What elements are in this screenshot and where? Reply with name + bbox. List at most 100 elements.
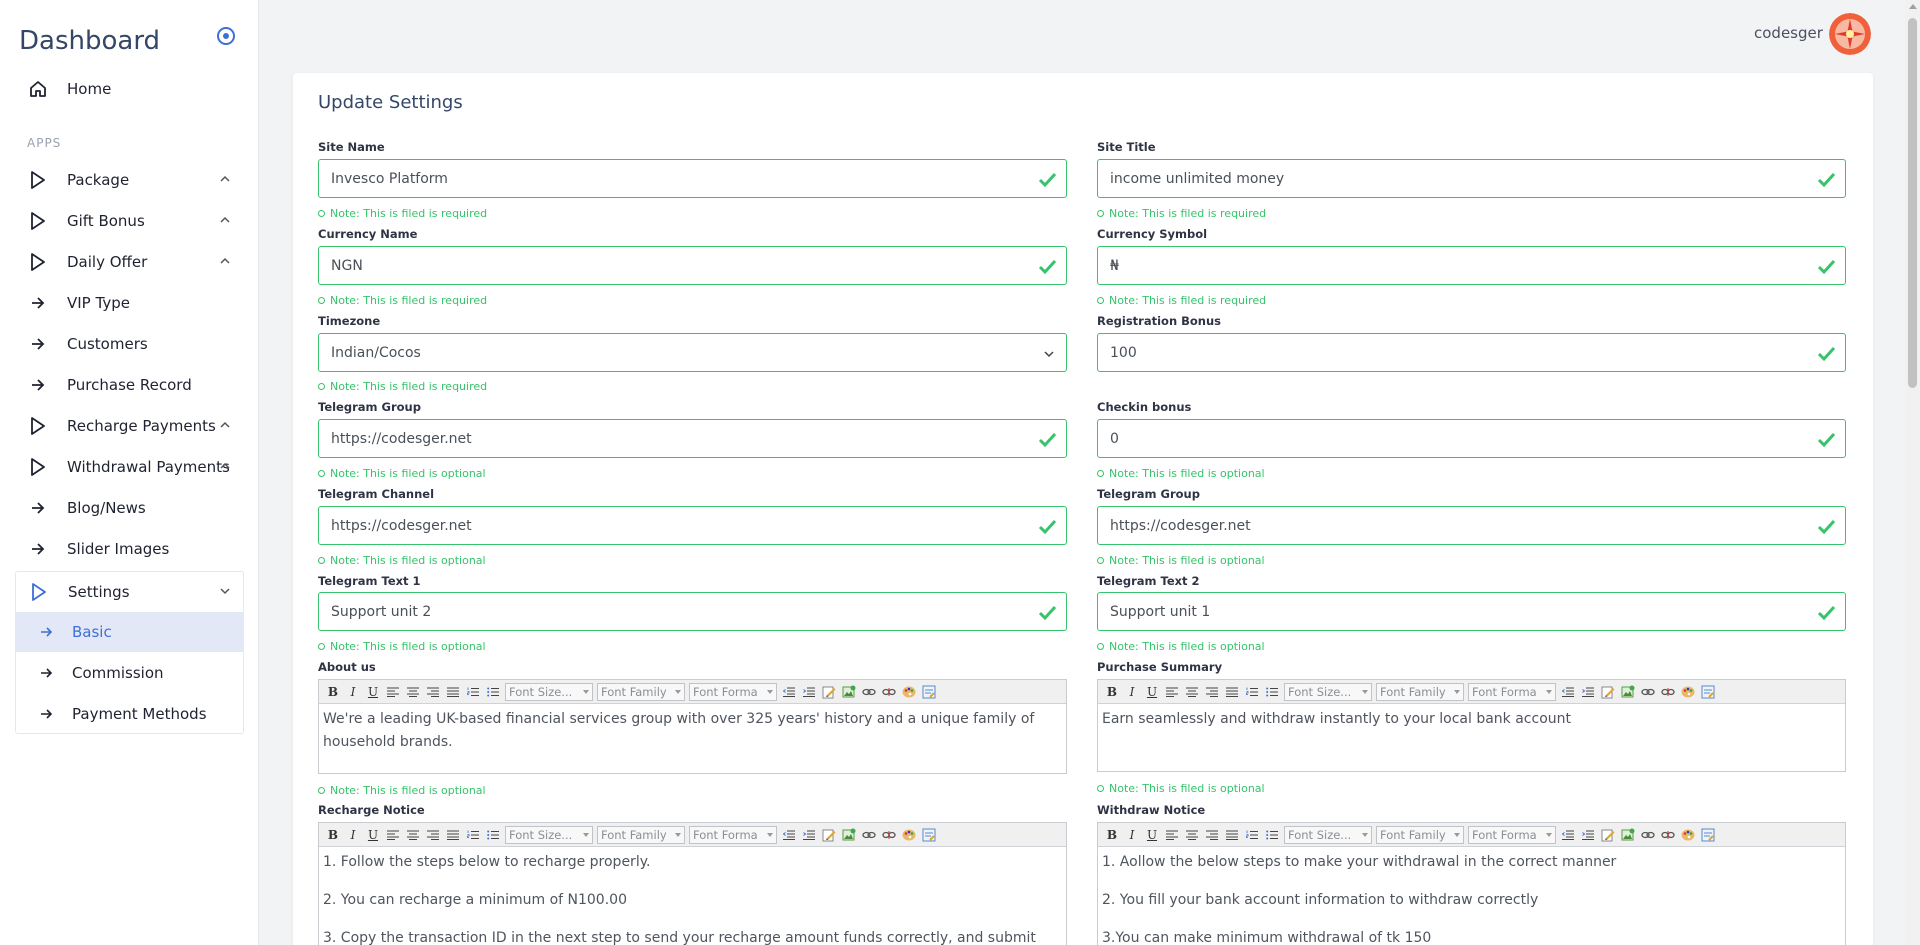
italic-button[interactable]: I: [1123, 826, 1141, 844]
underline-button[interactable]: U: [364, 826, 382, 844]
align-right-icon[interactable]: [424, 826, 442, 844]
underline-button[interactable]: U: [1143, 826, 1161, 844]
withdraw-notice-editor[interactable]: B I U Font Size... Font Family Font Form…: [1097, 822, 1846, 945]
link-icon[interactable]: [1639, 826, 1657, 844]
outdent-icon[interactable]: [780, 683, 798, 701]
insert-image-icon[interactable]: [840, 683, 858, 701]
currency-name-input[interactable]: NGN: [318, 246, 1067, 285]
align-right-icon[interactable]: [424, 683, 442, 701]
unordered-list-icon[interactable]: [1263, 683, 1281, 701]
edit-html-icon[interactable]: [820, 683, 838, 701]
checkin-bonus-input[interactable]: 0: [1097, 419, 1846, 458]
font-family-select[interactable]: Font Family: [597, 825, 685, 844]
telegram-channel-input[interactable]: https://codesger.net: [318, 506, 1067, 545]
telegram-group-2-input[interactable]: https://codesger.net: [1097, 506, 1846, 545]
telegram-text-2-input[interactable]: Support unit 1: [1097, 592, 1846, 631]
outdent-icon[interactable]: [1559, 683, 1577, 701]
bold-button[interactable]: B: [324, 826, 342, 844]
indent-icon[interactable]: [1579, 683, 1597, 701]
telegram-text-1-input[interactable]: Support unit 2: [318, 592, 1067, 631]
font-format-select[interactable]: Font Forma: [1468, 825, 1556, 844]
font-family-select[interactable]: Font Family: [597, 682, 685, 701]
palette-icon[interactable]: [1679, 826, 1697, 844]
italic-button[interactable]: I: [344, 683, 362, 701]
telegram-group-input[interactable]: https://codesger.net: [318, 419, 1067, 458]
indent-icon[interactable]: [800, 826, 818, 844]
sidebar-subitem-commission[interactable]: Commission: [16, 653, 243, 693]
outdent-icon[interactable]: [1559, 826, 1577, 844]
font-size-select[interactable]: Font Size...: [505, 682, 593, 701]
font-family-select[interactable]: Font Family: [1376, 682, 1464, 701]
underline-button[interactable]: U: [1143, 683, 1161, 701]
italic-button[interactable]: I: [344, 826, 362, 844]
bold-button[interactable]: B: [1103, 826, 1121, 844]
align-left-icon[interactable]: [1163, 826, 1181, 844]
font-family-select[interactable]: Font Family: [1376, 825, 1464, 844]
bold-button[interactable]: B: [1103, 683, 1121, 701]
font-size-select[interactable]: Font Size...: [1284, 682, 1372, 701]
insert-image-icon[interactable]: [1619, 826, 1637, 844]
underline-button[interactable]: U: [364, 683, 382, 701]
font-format-select[interactable]: Font Forma: [1468, 682, 1556, 701]
about-us-editor[interactable]: B I U Font Size... Font Family Font Form…: [318, 679, 1067, 774]
ordered-list-icon[interactable]: [464, 826, 482, 844]
font-size-select[interactable]: Font Size...: [1284, 825, 1372, 844]
link-icon[interactable]: [860, 683, 878, 701]
source-code-icon[interactable]: [920, 826, 938, 844]
sidebar-item-purchase-record[interactable]: Purchase Record: [15, 365, 243, 405]
edit-html-icon[interactable]: [1599, 826, 1617, 844]
sidebar-item-slider-images[interactable]: Slider Images: [15, 529, 243, 569]
font-size-select[interactable]: Font Size...: [505, 825, 593, 844]
scroll-up-arrow-icon[interactable]: [1909, 4, 1917, 9]
align-justify-icon[interactable]: [444, 826, 462, 844]
sidebar-item-settings[interactable]: Settings: [16, 572, 243, 612]
outdent-icon[interactable]: [780, 826, 798, 844]
sidebar-item-gift-bonus[interactable]: Gift Bonus: [15, 201, 243, 241]
sidebar-item-daily-offer[interactable]: Daily Offer: [15, 242, 243, 282]
insert-image-icon[interactable]: [1619, 683, 1637, 701]
sidebar-item-recharge-payments[interactable]: Recharge Payments: [15, 406, 243, 446]
unordered-list-icon[interactable]: [484, 826, 502, 844]
unlink-icon[interactable]: [1659, 683, 1677, 701]
unlink-icon[interactable]: [1659, 826, 1677, 844]
ordered-list-icon[interactable]: [1243, 683, 1261, 701]
currency-symbol-input[interactable]: ₦: [1097, 246, 1846, 285]
ordered-list-icon[interactable]: [464, 683, 482, 701]
align-right-icon[interactable]: [1203, 826, 1221, 844]
ordered-list-icon[interactable]: [1243, 826, 1261, 844]
site-title-input[interactable]: income unlimited money: [1097, 159, 1846, 198]
editor-content[interactable]: We're a leading UK-based financial servi…: [319, 704, 1066, 773]
align-justify-icon[interactable]: [1223, 683, 1241, 701]
source-code-icon[interactable]: [1699, 683, 1717, 701]
unlink-icon[interactable]: [880, 826, 898, 844]
align-justify-icon[interactable]: [444, 683, 462, 701]
purchase-summary-editor[interactable]: B I U Font Size... Font Family Font Form…: [1097, 679, 1846, 772]
scrollbar-thumb[interactable]: [1908, 18, 1917, 388]
align-center-icon[interactable]: [1183, 826, 1201, 844]
align-left-icon[interactable]: [384, 683, 402, 701]
sidebar-item-home[interactable]: Home: [15, 69, 243, 109]
align-center-icon[interactable]: [1183, 683, 1201, 701]
insert-image-icon[interactable]: [840, 826, 858, 844]
sidebar-item-customers[interactable]: Customers: [15, 324, 243, 364]
site-name-input[interactable]: Invesco Platform: [318, 159, 1067, 198]
registration-bonus-input[interactable]: 100: [1097, 333, 1846, 372]
sidebar-item-withdrawal-payments[interactable]: Withdrawal Payments: [15, 447, 243, 487]
align-right-icon[interactable]: [1203, 683, 1221, 701]
align-center-icon[interactable]: [404, 683, 422, 701]
italic-button[interactable]: I: [1123, 683, 1141, 701]
target-icon[interactable]: [216, 26, 236, 46]
font-format-select[interactable]: Font Forma: [689, 825, 777, 844]
sidebar-subitem-basic[interactable]: Basic: [16, 612, 243, 652]
sidebar-item-package[interactable]: Package: [15, 160, 243, 200]
sidebar-item-blog-news[interactable]: Blog/News: [15, 488, 243, 528]
sidebar-item-vip-type[interactable]: VIP Type: [15, 283, 243, 323]
link-icon[interactable]: [1639, 683, 1657, 701]
sidebar-subitem-payment-methods[interactable]: Payment Methods: [16, 694, 243, 734]
indent-icon[interactable]: [800, 683, 818, 701]
palette-icon[interactable]: [900, 826, 918, 844]
unordered-list-icon[interactable]: [1263, 826, 1281, 844]
editor-content[interactable]: Earn seamlessly and withdraw instantly t…: [1098, 704, 1845, 750]
timezone-select[interactable]: Indian/Cocos: [318, 333, 1067, 372]
align-left-icon[interactable]: [384, 826, 402, 844]
